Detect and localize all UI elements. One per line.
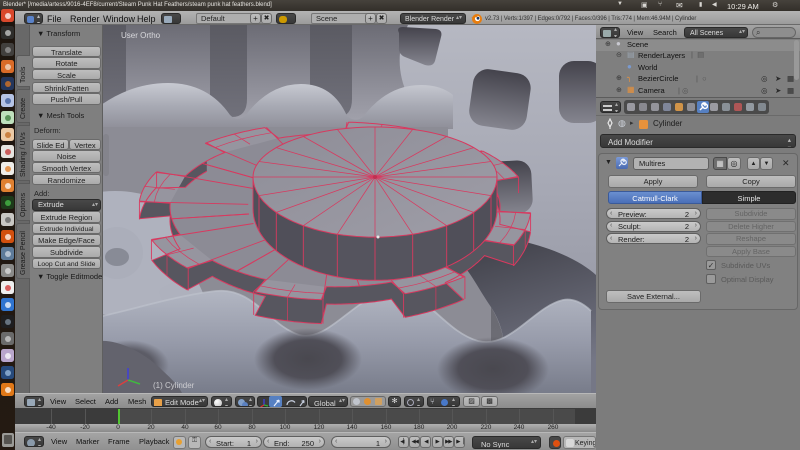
svg-text:(1) Cylinder: (1) Cylinder <box>153 381 195 390</box>
svg-text:User Ortho: User Ortho <box>121 31 161 40</box>
